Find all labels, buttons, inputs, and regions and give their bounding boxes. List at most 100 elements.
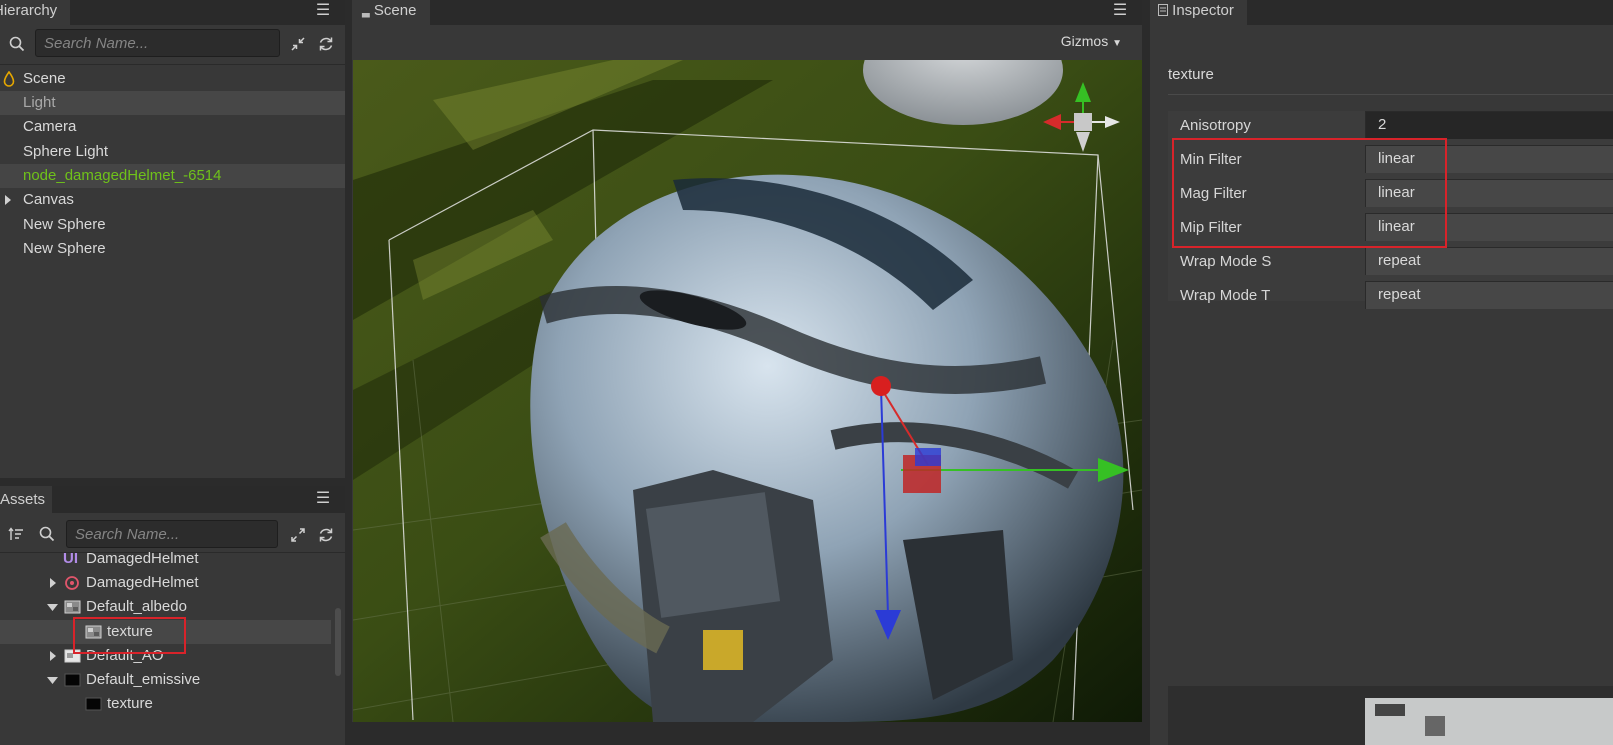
assets-tabbar: Assets ☰ [0, 486, 345, 513]
texture-detail [1425, 716, 1445, 736]
scene-viewport[interactable] [353, 60, 1142, 722]
image-icon [64, 649, 81, 663]
section-divider [1168, 94, 1613, 95]
texture-icon [85, 697, 102, 711]
hierarchy-node-label: Sphere Light [23, 143, 109, 160]
anisotropy-input[interactable]: 2 [1365, 111, 1613, 139]
property-label: Wrap Mode S [1180, 253, 1272, 270]
asset-item-label: Default_AO [86, 647, 164, 664]
hierarchy-menu-icon[interactable]: ☰ [313, 2, 333, 22]
hierarchy-node-damaged-helmet[interactable]: node_damagedHelmet_-6514 [0, 164, 345, 188]
script-icon: UI [63, 550, 78, 567]
asset-item-damagedhelmet-prefab[interactable]: DamagedHelmet [0, 571, 345, 595]
image-icon [64, 600, 81, 614]
hierarchy-node-canvas[interactable]: Canvas [0, 188, 345, 212]
expand-arrow-icon[interactable] [49, 578, 57, 588]
gizmos-label: Gizmos [1060, 33, 1109, 49]
hierarchy-divider [0, 64, 345, 65]
texture-preview [1168, 686, 1613, 745]
hierarchy-node-label: Scene [23, 70, 66, 87]
assets-scrollbar[interactable] [335, 608, 341, 676]
hierarchy-node-sphere-light[interactable]: Sphere Light [0, 140, 345, 164]
scene-tab-label: Scene [373, 2, 417, 19]
assets-search-input[interactable] [66, 520, 278, 548]
hierarchy-node-label: New Sphere [23, 240, 106, 257]
asset-item-default-ao[interactable]: Default_AO [0, 644, 345, 668]
asset-item-default-emissive[interactable]: Default_emissive [0, 668, 345, 692]
hierarchy-node-label: Canvas [23, 191, 74, 208]
hierarchy-node-label: New Sphere [23, 216, 106, 233]
wrap-mode-t-select[interactable]: repeat [1365, 281, 1613, 309]
property-row-anisotropy: Anisotropy 2 [1168, 111, 1613, 145]
image-icon [64, 673, 81, 687]
scene-menu-icon[interactable]: ☰ [1110, 2, 1130, 22]
mag-filter-select[interactable]: linear [1365, 179, 1613, 207]
asset-item-label: texture [107, 623, 153, 640]
property-label: Anisotropy [1180, 117, 1251, 134]
scene-tab-icon: ▃ [362, 7, 370, 18]
hierarchy-node-new-sphere[interactable]: New Sphere [0, 237, 345, 261]
inspector-tabbar: Inspector [1150, 0, 1613, 25]
hierarchy-search-input[interactable] [35, 29, 280, 57]
hierarchy-tabbar: Hierarchy ☰ [0, 0, 345, 25]
property-label: Mag Filter [1180, 185, 1247, 202]
asset-item-texture-albedo[interactable]: texture [0, 620, 331, 644]
hierarchy-node-label: Light [23, 94, 56, 111]
asset-item-label: Default_albedo [86, 598, 187, 615]
hierarchy-node-scene[interactable]: Scene [0, 67, 345, 91]
refresh-icon[interactable] [318, 36, 334, 52]
expand-arrow-icon[interactable] [49, 651, 57, 661]
property-label: Min Filter [1180, 151, 1242, 168]
tab-scene[interactable]: ▃ Scene [352, 0, 430, 25]
asset-item-label: DamagedHelmet [86, 550, 199, 567]
prefab-icon [65, 576, 79, 590]
inspector-tab-icon [1158, 4, 1168, 16]
expand-all-icon[interactable] [290, 527, 306, 543]
hierarchy-panel: Hierarchy ☰ Scene Light Camera Sphere Li… [0, 0, 345, 478]
min-filter-select[interactable]: linear [1365, 145, 1613, 173]
texture-icon [85, 625, 102, 639]
hierarchy-node-label: node_damagedHelmet_-6514 [23, 167, 222, 184]
asset-item-label: DamagedHelmet [86, 574, 199, 591]
tab-assets[interactable]: Assets [0, 486, 52, 513]
property-row-mag-filter: Mag Filter linear [1168, 179, 1613, 213]
collapse-arrow-icon[interactable] [47, 604, 58, 612]
assets-menu-icon[interactable]: ☰ [313, 490, 333, 510]
hierarchy-node-light[interactable]: Light [0, 91, 345, 115]
scene-tabbar: ▃ Scene ☰ [352, 0, 1142, 25]
assets-panel: Assets ☰ UI DamagedHelmet DamagedHelmet … [0, 486, 345, 745]
inspector-panel: Inspector texture Anisotropy 2 Min Filte… [1150, 0, 1613, 745]
property-label: Wrap Mode T [1180, 287, 1271, 304]
search-icon [39, 526, 55, 542]
inspector-tab-label: Inspector [1172, 2, 1234, 19]
search-icon [9, 36, 25, 52]
asset-item-label: Default_emissive [86, 671, 201, 688]
expand-arrow-icon[interactable] [4, 195, 12, 205]
collapse-icon[interactable] [290, 36, 306, 52]
property-row-min-filter: Min Filter linear [1168, 145, 1613, 179]
asset-item-damagedhelmet-script[interactable]: UI DamagedHelmet [0, 547, 345, 571]
wrap-mode-s-select[interactable]: repeat [1365, 247, 1613, 275]
asset-item-texture-emissive[interactable]: texture [0, 692, 345, 716]
hierarchy-node-camera[interactable]: Camera [0, 115, 345, 139]
hierarchy-node-new-sphere[interactable]: New Sphere [0, 213, 345, 237]
property-row-mip-filter: Mip Filter linear [1168, 213, 1613, 247]
property-row-wrap-mode-t: Wrap Mode T repeat [1168, 281, 1613, 315]
property-label: Mip Filter [1180, 219, 1242, 236]
gizmos-dropdown[interactable]: Gizmos ▼ [1061, 31, 1122, 54]
texture-properties: Anisotropy 2 Min Filter linear Mag Filte… [1168, 111, 1613, 309]
asset-item-label: texture [107, 695, 153, 712]
chevron-down-icon: ▼ [1112, 38, 1122, 49]
asset-item-default-albedo[interactable]: Default_albedo [0, 595, 345, 619]
mip-filter-select[interactable]: linear [1365, 213, 1613, 241]
texture-preview-image [1365, 698, 1613, 745]
collapse-arrow-icon[interactable] [47, 677, 58, 685]
sort-icon[interactable] [8, 526, 24, 542]
scene-panel: ▃ Scene ☰ Gizmos ▼ [352, 0, 1142, 722]
tab-inspector[interactable]: Inspector [1150, 0, 1247, 25]
refresh-icon[interactable] [318, 527, 334, 543]
tab-hierarchy[interactable]: Hierarchy [0, 0, 70, 25]
scene-icon [3, 71, 15, 87]
texture-detail [1375, 704, 1405, 716]
inspector-section-title: texture [1168, 66, 1214, 83]
